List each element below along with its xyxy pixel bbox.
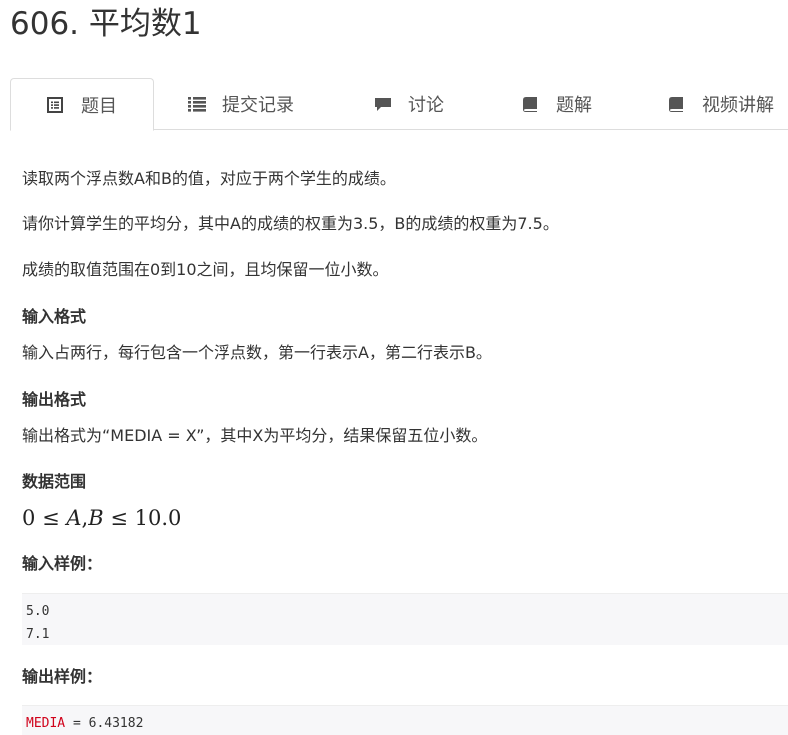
book-icon <box>522 96 538 112</box>
tab-label: 讨论 <box>408 95 444 116</box>
tab-label: 视频讲解 <box>702 95 774 116</box>
code-rest: = 6.43182 <box>65 716 144 731</box>
tab-label: 题目 <box>81 95 117 117</box>
data-range-formula: 0 ≤ A,B ≤ 10.0 <box>22 504 181 532</box>
formula-le: ≤ <box>110 506 128 530</box>
description-paragraph: 请你计算学生的平均分，其中A的成绩的权重为3.5，B的成绩的权重为7.5。 <box>22 214 559 233</box>
list-alt-icon <box>47 96 63 113</box>
tab-submissions[interactable]: 提交记录 <box>188 78 294 130</box>
tab-video[interactable]: 视频讲解 <box>668 78 774 130</box>
page-title: 606. 平均数1 <box>10 6 202 42</box>
output-format-heading: 输出格式 <box>22 390 87 409</box>
data-range-heading: 数据范围 <box>22 472 87 491</box>
input-format-heading: 输入格式 <box>22 307 87 326</box>
sample-output-code[interactable]: MEDIA = 6.43182 <box>22 705 788 735</box>
tab-discussion[interactable]: 讨论 <box>374 78 444 130</box>
code-line: 5.0 <box>26 604 50 619</box>
description-paragraph: 读取两个浮点数A和B的值，对应于两个学生的成绩。 <box>22 169 396 188</box>
formula-rhs: 10.0 <box>134 506 182 530</box>
tab-bar: 题目 提交记录 讨论 题解 视频讲解 <box>10 78 788 131</box>
tab-problem[interactable]: 题目 <box>10 78 154 131</box>
formula-lhs: 0 <box>22 506 36 530</box>
output-format-text: 输出格式为“MEDIA = X”，其中X为平均分，结果保留五位小数。 <box>22 426 488 445</box>
code-line: MEDIA = 6.43182 <box>26 712 784 735</box>
formula-var-a: A <box>66 506 82 530</box>
comment-icon <box>374 96 391 112</box>
input-format-text: 输入占两行，每行包含一个浮点数，第一行表示A，第二行表示B。 <box>22 343 492 362</box>
book-icon <box>668 96 684 112</box>
tab-solutions[interactable]: 题解 <box>522 78 592 130</box>
formula-var-b: B <box>88 506 104 530</box>
sample-input-heading: 输入样例： <box>22 554 103 573</box>
tab-label: 提交记录 <box>222 95 294 116</box>
description-paragraph: 成绩的取值范围在0到10之间，且均保留一位小数。 <box>22 260 389 279</box>
sample-output-heading: 输出样例： <box>22 667 103 686</box>
formula-le: ≤ <box>42 506 60 530</box>
list-icon <box>188 96 206 112</box>
tab-label: 题解 <box>556 95 592 116</box>
sample-input-code[interactable]: 5.0 7.1 <box>22 593 788 645</box>
code-keyword: MEDIA <box>26 716 66 731</box>
code-line: 7.1 <box>26 627 50 642</box>
